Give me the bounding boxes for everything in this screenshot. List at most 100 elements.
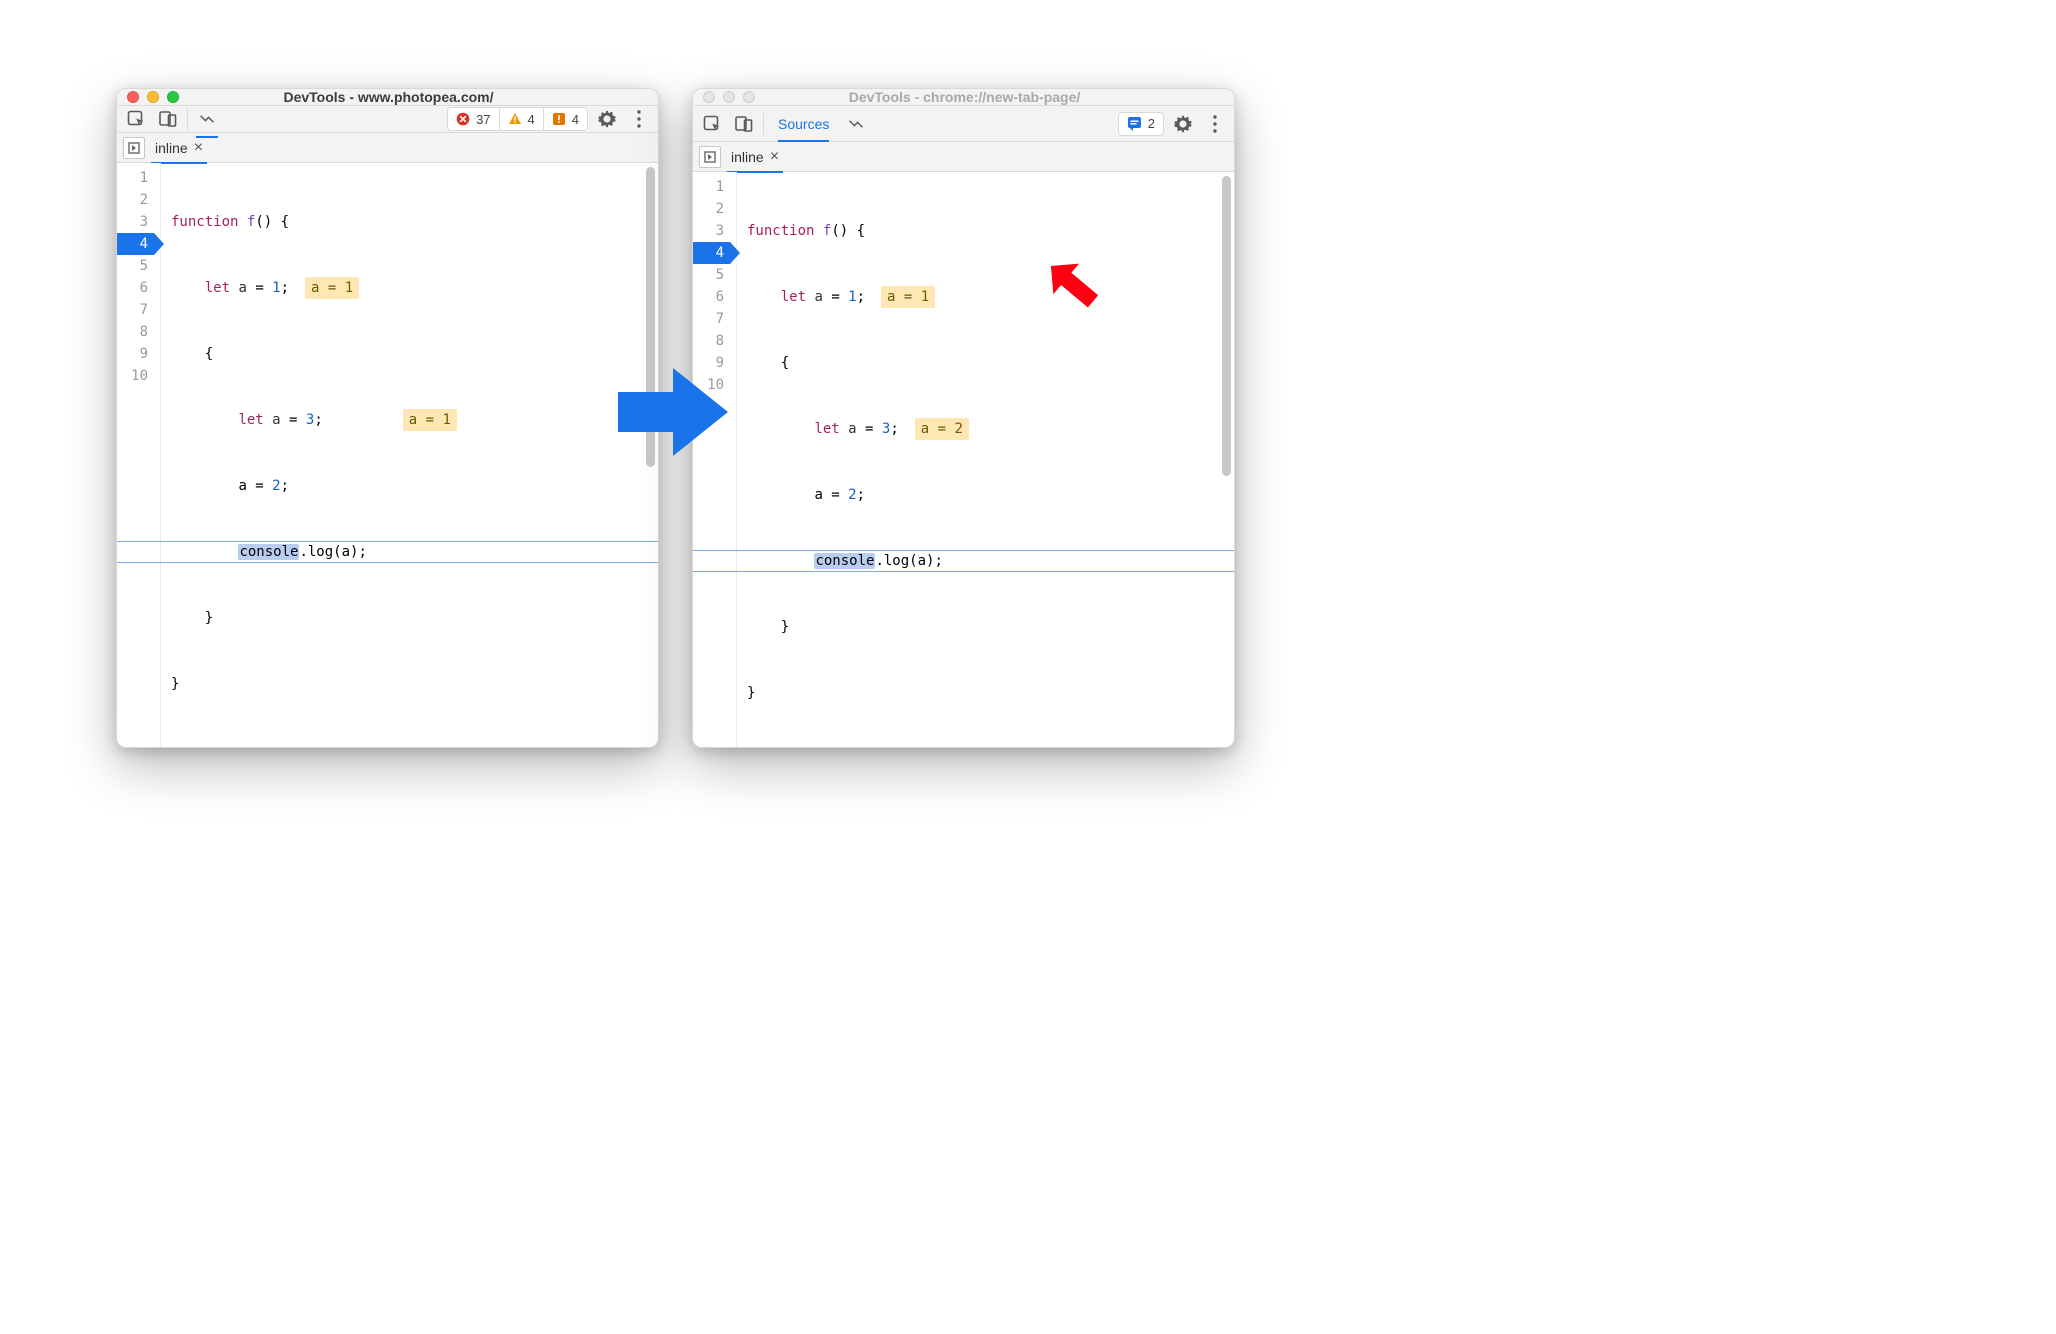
kebab-icon[interactable] [1202,111,1228,137]
code-line: function f() { [171,211,658,233]
line-number[interactable]: 7 [117,299,154,321]
more-tabs-button[interactable] [194,106,220,132]
divider-icon [187,108,188,130]
device-toggle-icon[interactable] [155,106,181,132]
code-line: function f() { [747,220,1234,242]
zoom-window-button[interactable] [167,91,179,103]
navigator-toggle-button[interactable] [123,137,145,159]
zoom-window-button[interactable] [743,91,755,103]
file-tab-active[interactable]: inline × [727,142,783,172]
code-editor[interactable]: 1 2 3 4 5 6 7 8 9 10 function f() { let … [117,163,658,748]
line-gutter[interactable]: 1 2 3 4 5 6 7 8 9 10 [693,172,737,748]
warning-count: 4 [528,112,535,127]
line-number[interactable]: 9 [117,343,154,365]
traffic-lights [127,91,179,103]
warning-badge[interactable]: 4 [500,107,544,131]
error-count: 37 [476,112,490,127]
line-number[interactable]: 10 [117,365,154,387]
close-icon[interactable]: × [770,149,779,165]
gear-icon[interactable] [1170,111,1196,137]
line-number[interactable]: 1 [693,176,730,198]
file-tabstrip: inline × [693,142,1234,172]
console-badges: 37 4 4 [447,107,588,131]
warning-icon [508,112,522,126]
issue-badge[interactable]: 4 [544,107,588,131]
line-gutter[interactable]: 1 2 3 4 5 6 7 8 9 10 [117,163,161,748]
window-title: DevTools - www.photopea.com/ [187,89,590,105]
main-toolbar: 37 4 4 [117,106,658,133]
code-line: let a = 3;a = 1 [171,409,658,431]
gear-icon[interactable] [594,106,620,132]
titlebar: DevTools - chrome://new-tab-page/ [693,89,1234,106]
window-title: DevTools - chrome://new-tab-page/ [763,89,1166,105]
error-badge[interactable]: 37 [447,107,499,131]
titlebar: DevTools - www.photopea.com/ [117,89,658,106]
navigator-toggle-button[interactable] [699,146,721,168]
code-editor[interactable]: 1 2 3 4 5 6 7 8 9 10 function f() { let … [693,172,1234,748]
code-line: { [747,352,1234,374]
tab-sources[interactable]: Sources [770,106,837,142]
issue-icon [1127,116,1142,131]
line-number[interactable]: 8 [693,330,730,352]
kebab-icon[interactable] [626,106,652,132]
error-icon [456,112,470,126]
file-tab-label: inline [155,140,188,156]
minimize-window-button[interactable] [723,91,735,103]
code-line: } [747,616,1234,638]
file-tab-active[interactable]: inline × [151,133,207,163]
execution-line-marker[interactable]: 4 [117,233,154,255]
divider-icon [763,113,764,135]
inline-value-hint: a = 1 [881,286,935,308]
code-line: } [171,673,658,695]
inline-value-hint: a = 1 [403,409,457,431]
transition-arrow-icon [618,368,728,459]
code-line: } [747,682,1234,704]
minimize-window-button[interactable] [147,91,159,103]
code-line: let a = 3;a = 2 [747,418,1234,440]
close-window-button[interactable] [703,91,715,103]
callout-arrow-icon [1044,259,1114,315]
paused-line: console.log(a); [171,541,658,563]
file-tab-label: inline [731,149,764,165]
issue-icon [552,112,566,126]
execution-line-marker[interactable]: 4 [693,242,730,264]
code-line: a = 2; [171,475,658,497]
code-line: } [171,607,658,629]
window-left: DevTools - www.photopea.com/ [116,88,659,748]
line-number[interactable]: 7 [693,308,730,330]
code-area[interactable]: function f() { let a = 1;a = 1 { let a =… [161,163,658,748]
line-number[interactable]: 6 [117,277,154,299]
window-right: DevTools - chrome://new-tab-page/ Source… [692,88,1235,748]
paused-line: console.log(a); [747,550,1234,572]
line-number[interactable]: 2 [117,189,154,211]
inspect-icon[interactable] [123,106,149,132]
line-number[interactable]: 8 [117,321,154,343]
code-line: { [171,343,658,365]
stage: DevTools - www.photopea.com/ [0,0,1460,948]
code-line: let a = 1;a = 1 [747,286,1234,308]
more-tabs-button[interactable] [843,111,869,137]
inline-value-hint: a = 1 [305,277,359,299]
main-toolbar: Sources 2 [693,106,1234,142]
issue-count: 4 [572,112,579,127]
line-number[interactable]: 2 [693,198,730,220]
line-number[interactable]: 5 [117,255,154,277]
device-toggle-icon[interactable] [731,111,757,137]
close-window-button[interactable] [127,91,139,103]
issue-badge[interactable]: 2 [1118,112,1164,136]
inspect-icon[interactable] [699,111,725,137]
line-number[interactable]: 6 [693,286,730,308]
line-number[interactable]: 1 [117,167,154,189]
file-tabstrip: inline × [117,133,658,163]
inline-value-hint: a = 2 [915,418,969,440]
close-icon[interactable]: × [194,140,203,156]
code-line [171,739,658,748]
line-number[interactable]: 5 [693,264,730,286]
traffic-lights [703,91,755,103]
line-number[interactable]: 3 [117,211,154,233]
issue-count: 2 [1148,116,1155,131]
scrollbar-thumb[interactable] [1222,176,1231,476]
code-area[interactable]: function f() { let a = 1;a = 1 { let a =… [737,172,1234,748]
code-line: let a = 1;a = 1 [171,277,658,299]
line-number[interactable]: 3 [693,220,730,242]
